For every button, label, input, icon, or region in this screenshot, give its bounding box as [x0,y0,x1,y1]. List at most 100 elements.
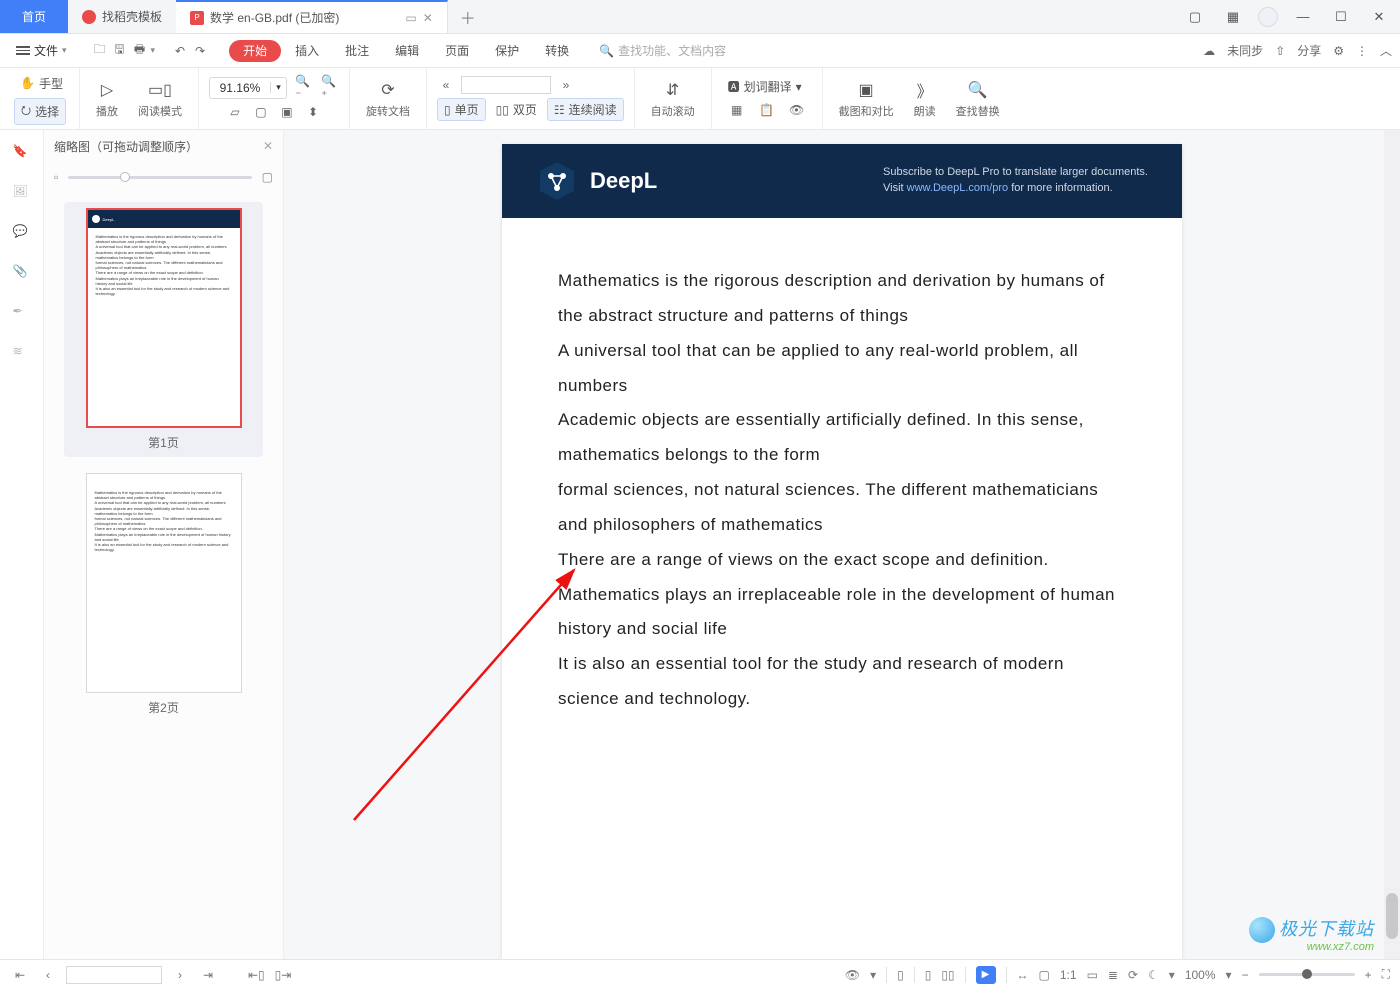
eye-protect-icon[interactable]: 👁 [845,968,860,982]
actual-size-icon[interactable]: 1:1 [1060,968,1077,982]
page-number-input[interactable] [66,966,162,984]
fit-height-icon[interactable]: ⬍ [304,103,322,121]
prev-page-icon[interactable]: « [437,76,455,94]
thumbnail-item[interactable]: Mathematics is the rigorous description … [64,473,263,716]
gear-icon[interactable]: ⚙ [1333,44,1344,58]
scrollbar-thumb[interactable] [1386,893,1398,939]
collapse-ribbon-icon[interactable]: ︿ [1380,42,1392,59]
tab-home[interactable]: 首页 [0,0,68,33]
view-thumb-icon[interactable]: ▯ [897,968,904,982]
chevron-down-icon[interactable]: ▾ [151,45,156,56]
document-area[interactable]: DeepL Subscribe to DeepL Pro to translat… [284,130,1400,959]
chevron-down-icon[interactable]: ▾ [1226,968,1232,982]
prev-page-icon[interactable]: ‹ [38,968,58,982]
rotate-icon[interactable]: ⟳ [1128,968,1138,982]
single-page-button[interactable]: ▯单页 [437,98,486,121]
layout-toggle-icon[interactable]: ▢ [1182,9,1208,25]
actual-size-icon[interactable]: ▣ [278,103,296,121]
menu-edit[interactable]: 编辑 [383,34,431,68]
screenshot-button[interactable]: ▣截图和对比 [833,77,900,121]
panel-right-icon[interactable]: ▯⇥ [275,968,292,982]
view-double-icon[interactable]: ▯▯ [941,968,954,982]
night-mode-icon[interactable]: ☾ [1148,968,1159,982]
fit-page-icon[interactable]: ▢ [252,103,270,121]
translate-button[interactable]: 🅰划词翻译▾ [722,76,808,97]
fullscreen-icon[interactable]: ⛶ [1382,967,1390,982]
next-page-icon[interactable]: » [557,76,575,94]
menu-insert[interactable]: 插入 [283,34,331,68]
share-icon[interactable]: ⇧ [1275,44,1285,58]
zoom-out-icon[interactable]: 🔍⁻ [295,79,313,97]
book-view-icon[interactable]: ▭ [1087,968,1098,982]
image-extract-icon[interactable]: ▦ [728,101,746,119]
kebab-menu-icon[interactable]: ⋮ [1356,44,1368,58]
zoom-in-icon[interactable]: 🔍⁺ [321,79,339,97]
chevron-down-icon[interactable]: ▾ [1169,968,1175,982]
menu-protect[interactable]: 保护 [483,34,531,68]
eye-icon[interactable]: 👁 [788,101,806,119]
apps-icon[interactable]: ▦ [1220,9,1246,25]
tab-close-icon[interactable]: ✕ [423,11,433,25]
next-page-icon[interactable]: › [170,968,190,982]
panel-left-icon[interactable]: ⇤▯ [248,968,265,982]
clipboard-icon[interactable]: 📋 [758,101,776,119]
hand-tool[interactable]: ✋手型 [14,73,69,94]
vertical-scrollbar[interactable] [1384,130,1400,959]
print-icon[interactable]: 🖶 [131,42,149,60]
tab-document[interactable]: P 数学 en-GB.pdf (已加密) ▭ ✕ [176,0,448,33]
close-icon[interactable]: ✕ [263,139,273,153]
read-mode-button[interactable]: ▭▯阅读模式 [132,77,188,121]
share-label[interactable]: 分享 [1297,42,1321,59]
sync-label[interactable]: 未同步 [1227,42,1263,59]
first-page-icon[interactable]: ⇤ [10,968,30,982]
menu-search[interactable]: 🔍 查找功能、文档内容 [599,42,726,59]
tab-add-button[interactable]: ＋ [448,0,488,33]
view-single-icon[interactable]: ▯ [925,968,932,982]
window-close-icon[interactable]: ✕ [1366,9,1392,25]
zoom-level[interactable]: 100% [1185,968,1216,982]
tab-duplicate-icon[interactable]: ▭ [405,11,416,25]
read-aloud-button[interactable]: 》朗读 [908,77,942,121]
signature-icon[interactable]: ✒ [13,304,31,322]
thumb-large-icon[interactable]: ▢ [262,170,273,184]
zoom-slider[interactable] [1259,973,1355,976]
menu-annotate[interactable]: 批注 [333,34,381,68]
redo-icon[interactable]: ↷ [191,42,209,60]
thumbnail-item[interactable]: DeepL Mathematics is the rigorous descri… [64,202,263,457]
fit-page-icon[interactable]: ▢ [1039,968,1050,982]
select-tool[interactable]: ⭮选择 [14,98,66,125]
zoom-combo[interactable]: 91.16%▾ [209,77,287,99]
window-maximize-icon[interactable]: ☐ [1328,9,1354,25]
rotate-button[interactable]: ⟳ 旋转文档 [360,77,416,121]
window-minimize-icon[interactable]: — [1290,9,1316,24]
play-button[interactable]: ▶ [976,966,996,984]
zoom-in-icon[interactable]: + [1365,968,1372,982]
thumb-small-icon[interactable]: ▫ [54,170,58,184]
continuous-button[interactable]: ☷连续阅读 [547,98,624,121]
double-page-button[interactable]: ▯▯双页 [490,98,543,121]
menu-page[interactable]: 页面 [433,34,481,68]
avatar[interactable] [1258,7,1278,27]
slider-knob[interactable] [1302,969,1312,979]
play-button[interactable]: ▷播放 [90,77,124,121]
find-replace-button[interactable]: 🔍查找替换 [950,77,1006,121]
bookmark-icon[interactable]: 🔖 [13,144,31,162]
slider-knob[interactable] [120,172,130,182]
open-folder-icon[interactable]: 🗀 [91,42,109,60]
deepl-link[interactable]: www.DeepL.com/pro [907,182,1009,194]
continuous-view-icon[interactable]: ≣ [1108,968,1118,982]
fit-width-icon[interactable]: ↔ [1017,968,1029,982]
attachment-icon[interactable]: 📎 [13,264,31,282]
autoscroll-button[interactable]: ⇵自动滚动 [645,77,701,121]
zoom-out-icon[interactable]: − [1242,968,1249,982]
comment-icon[interactable]: 💬 [13,224,31,242]
cloud-sync-icon[interactable]: ☁ [1203,44,1215,58]
thumb-size-slider[interactable] [68,176,251,179]
file-menu[interactable]: 文件 ▾ [8,42,75,59]
chevron-down-icon[interactable]: ▾ [870,968,876,982]
undo-icon[interactable]: ↶ [171,42,189,60]
chevron-down-icon[interactable]: ▾ [270,82,286,93]
layers-icon[interactable]: ≋ [13,344,31,362]
save-icon[interactable]: 🖫 [111,42,129,60]
menu-start[interactable]: 开始 [229,40,281,62]
